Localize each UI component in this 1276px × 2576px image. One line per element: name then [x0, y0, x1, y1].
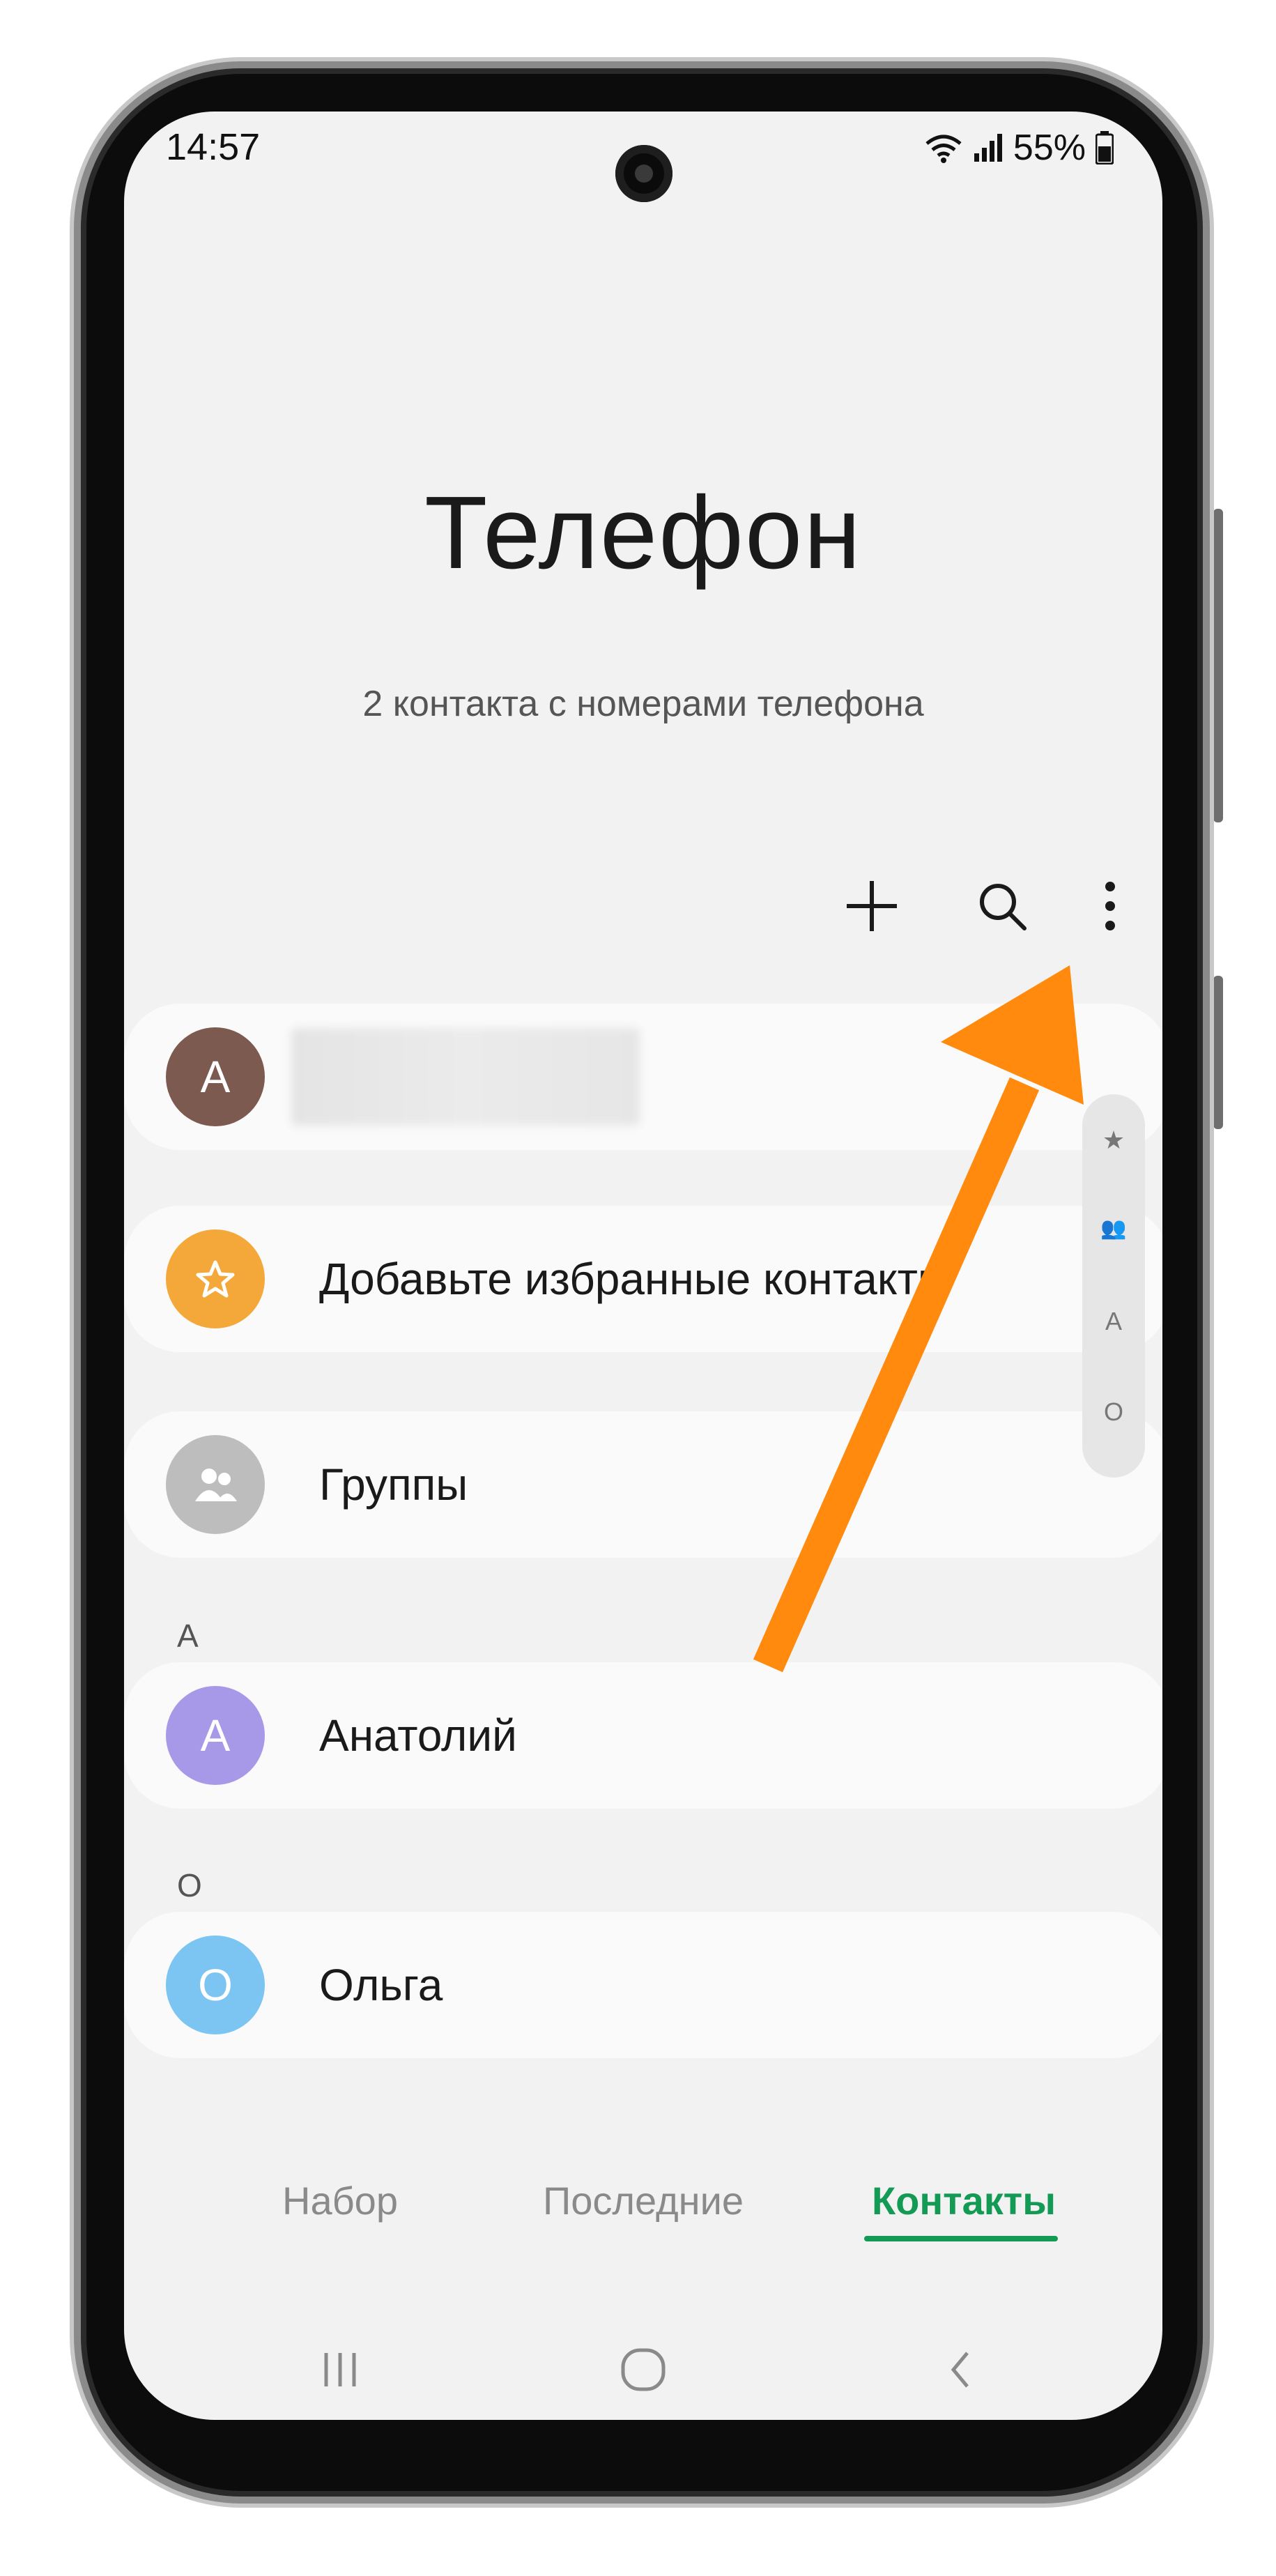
front-camera	[615, 145, 672, 202]
index-item-favorites[interactable]: ★	[1082, 1126, 1145, 1155]
add-icon	[847, 881, 897, 931]
search-button[interactable]	[960, 864, 1044, 948]
groups-icon	[195, 1469, 237, 1501]
back-button[interactable]	[925, 2345, 995, 2394]
page-title: Телефон	[424, 475, 862, 590]
profile-initial: А	[200, 1052, 231, 1102]
home-icon	[621, 2348, 666, 2391]
contact-avatar: А	[166, 1686, 265, 1785]
tab-contacts[interactable]: Контакты	[856, 2178, 1072, 2223]
home-button[interactable]	[608, 2345, 678, 2394]
power-button	[1213, 976, 1223, 1129]
wifi-icon	[925, 135, 962, 163]
more-options-icon	[1105, 882, 1115, 930]
battery-icon	[1096, 131, 1114, 164]
section-header: А	[177, 1618, 199, 1654]
contact-avatar: О	[166, 1935, 265, 2034]
page: 14:57 55% Телефон 2 контакта с номерами …	[0, 0, 1276, 2576]
blurred-profile-name	[291, 1028, 640, 1126]
active-tab-indicator	[864, 2236, 1058, 2241]
contact-row[interactable]: А Анатолий	[124, 1662, 1162, 1809]
groups-avatar	[166, 1435, 265, 1534]
section-header: О	[177, 1867, 202, 1903]
tab-recents[interactable]: Последние	[521, 2178, 765, 2223]
status-icons: 55%	[924, 127, 1114, 169]
favorites-avatar	[166, 1229, 265, 1328]
star-icon	[196, 1260, 235, 1298]
recent-apps-button[interactable]	[305, 2345, 375, 2394]
contacts-count: 2 контакта с номерами телефона	[362, 684, 924, 724]
profile-avatar: А	[166, 1027, 265, 1126]
favorites-label: Добавьте избранные контакты	[319, 1254, 950, 1304]
status-time: 14:57	[166, 126, 261, 168]
contact-name: Анатолий	[319, 1710, 517, 1761]
contact-name: Ольга	[319, 1960, 443, 2010]
add-contact-button[interactable]	[830, 864, 914, 948]
contact-row[interactable]: О Ольга	[124, 1912, 1162, 2058]
search-icon	[980, 884, 1027, 930]
index-scroller[interactable]: ★ 👥 А О	[1082, 1094, 1145, 1478]
index-item-groups[interactable]: 👥	[1082, 1216, 1145, 1241]
signal-icon	[974, 134, 1002, 162]
groups-label: Группы	[319, 1459, 468, 1510]
contact-initial: А	[200, 1710, 231, 1761]
phone-screen: 14:57 55% Телефон 2 контакта с номерами …	[124, 112, 1162, 2420]
my-profile-card[interactable]: А	[124, 1004, 1162, 1150]
contact-initial: О	[198, 1960, 233, 2010]
more-options-button[interactable]	[1068, 864, 1152, 948]
index-item-a[interactable]: А	[1082, 1307, 1145, 1336]
favorites-card[interactable]: Добавьте избранные контакты	[124, 1206, 1162, 1352]
tab-dialer[interactable]: Набор	[236, 2178, 445, 2223]
index-item-o[interactable]: О	[1082, 1397, 1145, 1427]
groups-card[interactable]: Группы	[124, 1411, 1162, 1558]
battery-percent: 55%	[1013, 128, 1086, 168]
volume-button	[1213, 509, 1223, 822]
back-icon	[951, 2352, 969, 2388]
recent-apps-icon	[324, 2353, 356, 2386]
